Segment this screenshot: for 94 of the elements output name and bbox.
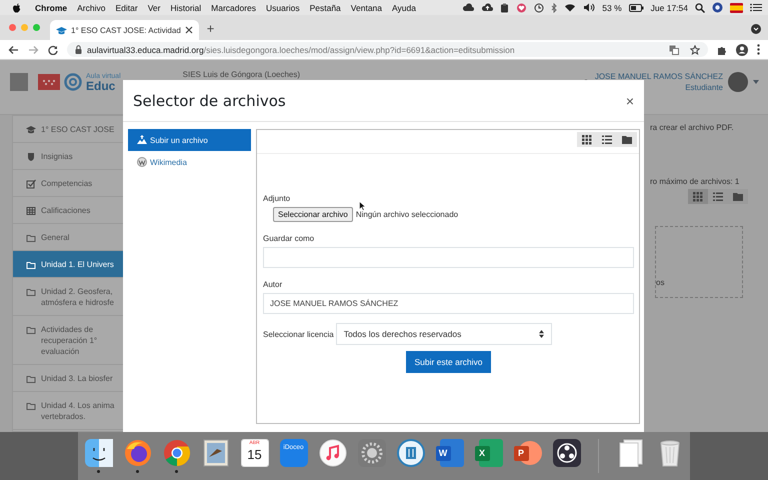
- caret-icon[interactable]: [753, 80, 759, 84]
- table-icon: [26, 206, 36, 216]
- battery-icon: [628, 4, 644, 12]
- folder-icon: [26, 401, 36, 411]
- puzzle-icon[interactable]: [717, 44, 727, 54]
- file-status-text: Ningún archivo seleccionado: [356, 210, 458, 219]
- dialog-title: Selector de archivos: [133, 92, 286, 110]
- reload-icon[interactable]: [48, 44, 58, 54]
- volume-icon[interactable]: [583, 3, 596, 12]
- folder-icon: [733, 192, 743, 202]
- file-limit-text: ro máximo de archivos: 1: [650, 177, 740, 186]
- battery-percentage: 53 %: [602, 2, 622, 12]
- site-name[interactable]: SIES Luis de Góngora (Loeches): [182, 70, 300, 79]
- app-menu[interactable]: Chrome: [35, 2, 68, 12]
- translate-icon[interactable]: [669, 44, 679, 54]
- tab-title: 1° ESO CAST JOSE: Actividad: [71, 26, 181, 34]
- obs-logo-icon[interactable]: [552, 439, 580, 467]
- sidebar-item[interactable]: Unidad 1. El Univers: [13, 251, 124, 278]
- folder-icon: [26, 260, 36, 270]
- menu-item[interactable]: Usuarios: [266, 2, 300, 12]
- search-icon[interactable]: [695, 2, 705, 12]
- documents-stack-icon[interactable]: [616, 439, 644, 467]
- logo-wordmark: Educ: [86, 80, 116, 92]
- field-label: Guardar como: [263, 234, 316, 243]
- badge-icon: [26, 152, 36, 162]
- avatar[interactable]: [728, 72, 748, 92]
- address-field[interactable]: aulavirtual33.educa.madrid.org/sies.luisdegongora.loeches/mod/assign/view.php?id=6691&action=editsubmission: [67, 42, 708, 57]
- back-arrow-icon[interactable]: [8, 44, 19, 54]
- drop-zone[interactable]: os: [655, 226, 743, 298]
- clipboard-icon[interactable]: [500, 2, 510, 12]
- menu-item[interactable]: Marcadores: [211, 2, 256, 12]
- menu-item[interactable]: Archivo: [77, 2, 106, 12]
- star-icon[interactable]: [690, 44, 700, 54]
- bluetooth-icon[interactable]: [551, 2, 558, 12]
- url-text: aulavirtual33.educa.madrid.org/sies.luisdegongora.loeches/mod/assign/view.php?id=6691&action=editsubmission: [87, 44, 515, 54]
- more-icon[interactable]: [757, 44, 760, 55]
- gear-icon[interactable]: [358, 439, 386, 467]
- heart-icon[interactable]: [516, 2, 528, 12]
- close-icon[interactable]: [184, 26, 193, 34]
- folder-icon: [26, 325, 36, 335]
- save-as-field[interactable]: [263, 247, 634, 268]
- menu-item[interactable]: Pestaña: [310, 2, 341, 12]
- lock-icon: [75, 45, 82, 54]
- ring-logo-icon: [64, 73, 82, 91]
- folder-icon: [26, 233, 36, 243]
- menu-item[interactable]: Historial: [170, 2, 202, 12]
- repository-item[interactable]: Subir un archivo: [128, 129, 251, 151]
- new-tab-button[interactable]: +: [206, 22, 214, 36]
- instruction-text: ra crear el archivo PDF.: [650, 123, 734, 132]
- cloud-icon[interactable]: [462, 3, 474, 12]
- close-button[interactable]: ×: [626, 92, 634, 108]
- field-label: Adjunto: [263, 194, 292, 203]
- landscape-upload-icon: [137, 135, 147, 145]
- sort-arrows-icon: [538, 330, 544, 338]
- tricolor-circle-icon[interactable]: [162, 439, 190, 467]
- menu-item[interactable]: Editar: [115, 2, 138, 12]
- account-icon[interactable]: [736, 44, 748, 56]
- drop-zone-text: os: [656, 278, 664, 287]
- field-label: Seleccionar licencia: [263, 330, 334, 338]
- grid-icon: [693, 192, 703, 202]
- flag-icon[interactable]: [730, 2, 743, 12]
- menu-item[interactable]: Ventana: [350, 2, 382, 12]
- author-field[interactable]: JOSE MANUEL RAMOS SÁNCHEZ: [263, 293, 634, 314]
- profile-icon[interactable]: [712, 2, 723, 13]
- upload-button[interactable]: Subir este archivo: [406, 351, 491, 373]
- list-icon[interactable]: [750, 3, 762, 12]
- finder-face-icon[interactable]: [84, 439, 112, 467]
- region-flag-logo-icon: [38, 74, 60, 90]
- globe-icon: [137, 157, 147, 167]
- mouse-pointer-icon: [359, 201, 366, 211]
- apple-icon: [12, 2, 21, 12]
- menu-item[interactable]: Ayuda: [392, 2, 416, 12]
- repository-item[interactable]: Wikimedia: [128, 151, 251, 173]
- graduation-cap-icon: [26, 125, 36, 135]
- browser-tab[interactable]: 1° ESO CAST JOSE: Actividad: [50, 20, 199, 40]
- graduation-cap-icon: [56, 26, 67, 34]
- license-dropdown[interactable]: Todos los derechos reservados: [336, 323, 552, 345]
- wifi-icon[interactable]: [564, 3, 576, 12]
- list-icon: [602, 134, 612, 144]
- folder-icon: [26, 374, 36, 384]
- field-label: Autor: [263, 280, 284, 289]
- folder-icon: [622, 134, 632, 144]
- music-note-icon[interactable]: [318, 439, 346, 467]
- check-icon: [26, 179, 36, 189]
- list-icon: [713, 192, 723, 202]
- folder-icon: [26, 287, 36, 297]
- clock-icon[interactable]: [534, 2, 544, 12]
- cloud-upload-icon[interactable]: [481, 3, 494, 12]
- choose-file-button[interactable]: Seleccionar archivo: [273, 207, 353, 222]
- clock[interactable]: Jue 17:54: [650, 2, 688, 12]
- grid-icon: [582, 134, 592, 144]
- tab-menu-icon[interactable]: [751, 24, 761, 34]
- user-role: Estudiante: [685, 82, 723, 93]
- menu-item[interactable]: Ver: [148, 2, 160, 12]
